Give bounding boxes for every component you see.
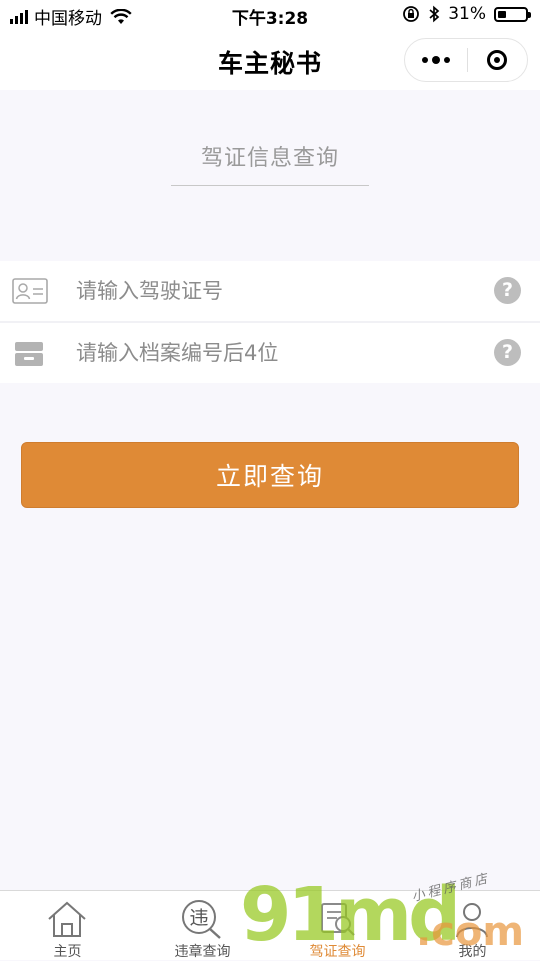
tab-violation-search[interactable]: 违 违章查询 xyxy=(135,891,270,961)
target-icon xyxy=(487,50,508,70)
more-dot-icon xyxy=(443,57,450,63)
tab-home-label: 主页 xyxy=(53,944,82,960)
bluetooth-icon xyxy=(429,5,440,23)
miniprogram-capsule xyxy=(404,38,528,82)
tab-profile[interactable]: 我的 xyxy=(405,891,540,961)
violation-search-icon: 违 xyxy=(180,897,224,941)
battery-percent: 31% xyxy=(448,4,486,24)
license-search-icon xyxy=(315,897,359,941)
license-number-input[interactable] xyxy=(76,273,476,309)
tab-profile-label: 我的 xyxy=(458,944,487,960)
close-miniprogram-button[interactable] xyxy=(467,39,527,81)
home-icon xyxy=(45,897,89,941)
battery-level xyxy=(498,10,507,18)
status-bar: 中国移动 下午3:28 31% xyxy=(0,0,540,30)
archive-number-row: ? xyxy=(0,323,540,383)
license-help-icon[interactable]: ? xyxy=(494,277,521,304)
orientation-lock-icon xyxy=(403,6,420,22)
license-number-row: ? xyxy=(0,261,540,321)
section-title: 驾证信息查询 xyxy=(200,146,339,171)
status-right: 31% xyxy=(402,4,531,24)
tab-violation-search-label: 违章查询 xyxy=(174,944,231,960)
tab-license-search-label: 驾证查询 xyxy=(309,944,366,960)
id-card-icon xyxy=(12,278,48,304)
nav-bar: 车主秘书 xyxy=(0,30,540,90)
submit-query-button[interactable]: 立即查询 xyxy=(21,442,519,508)
battery-icon xyxy=(494,6,531,22)
archive-help-icon[interactable]: ? xyxy=(494,339,521,366)
title-underline xyxy=(171,185,369,186)
svg-text:违: 违 xyxy=(189,907,208,929)
user-icon xyxy=(450,897,494,941)
more-dot-icon xyxy=(421,57,428,63)
tab-license-search[interactable]: 驾证查询 xyxy=(270,891,405,961)
more-button[interactable] xyxy=(405,39,467,81)
more-dot-icon xyxy=(431,56,440,64)
archive-box-icon xyxy=(15,342,43,366)
tab-home[interactable]: 主页 xyxy=(0,891,135,961)
archive-number-input[interactable] xyxy=(76,335,476,371)
tab-bar: 主页 违 违章查询 驾证查询 我的 xyxy=(0,890,540,960)
